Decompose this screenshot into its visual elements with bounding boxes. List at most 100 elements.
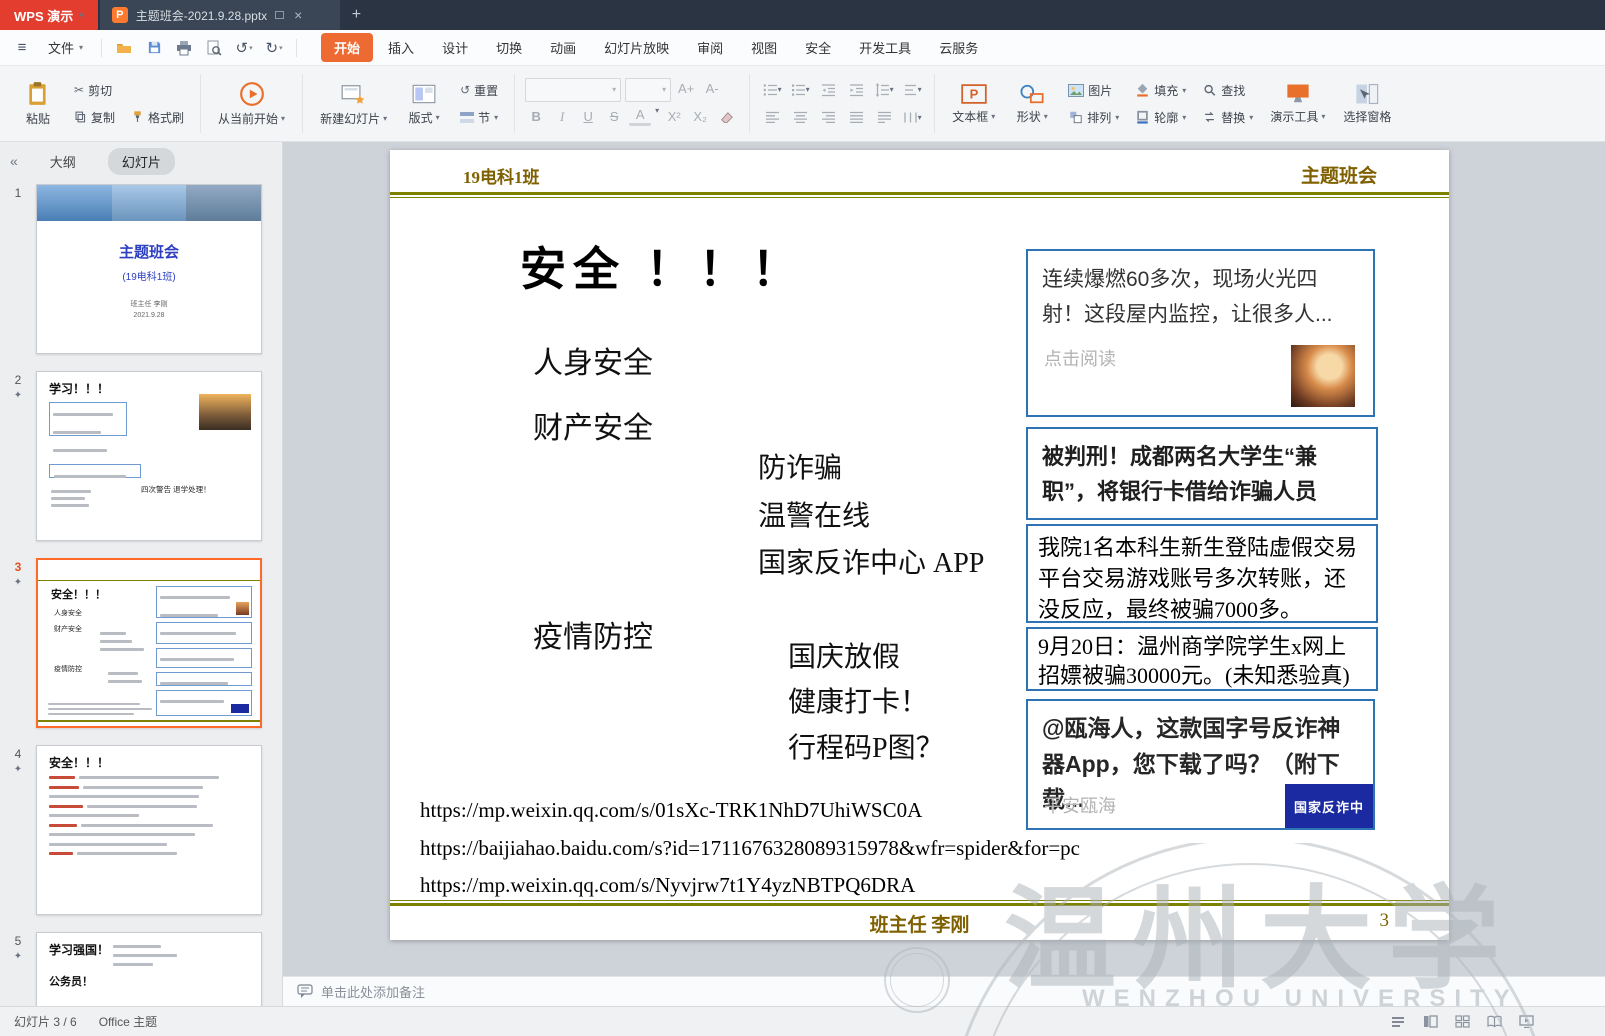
- increase-font-button[interactable]: A+: [675, 78, 697, 100]
- sub-item-health-checkin[interactable]: 健康打卡！: [788, 680, 928, 720]
- slide-header-right[interactable]: 主题班会: [1301, 161, 1377, 188]
- numbered-list-button[interactable]: ▾: [788, 78, 812, 102]
- tab-slideshow[interactable]: 幻灯片放映: [591, 33, 682, 62]
- print-preview-button[interactable]: [202, 37, 226, 59]
- news-box-explosion[interactable]: 连续爆燃60多次，现场火光四射！这段屋内监控，让很多人... 点击阅读: [1026, 249, 1375, 417]
- collapse-panel-icon[interactable]: «: [10, 153, 18, 169]
- sub-item-anti-fraud[interactable]: 防诈骗: [758, 446, 842, 486]
- tab-close-icon[interactable]: ×: [292, 7, 304, 23]
- arrange-button[interactable]: 排列▾: [1062, 106, 1125, 129]
- news-box-game-scam[interactable]: 我院1名本科生新生登陆虚假交易平台交易游戏账号多次转账，还没反应，最终被骗700…: [1026, 524, 1378, 623]
- item-personal-safety[interactable]: 人身安全: [533, 338, 653, 382]
- increase-indent-button[interactable]: [844, 78, 868, 102]
- link-1[interactable]: https://mp.weixin.qq.com/s/01sXc-TRK1NhD…: [420, 798, 922, 823]
- undo-button[interactable]: ↺▾: [232, 37, 256, 59]
- find-button[interactable]: 查找: [1196, 79, 1259, 102]
- tab-outline-pane[interactable]: 大纲: [36, 148, 90, 175]
- reset-button[interactable]: ↺重置: [454, 79, 504, 102]
- picture-button[interactable]: 图片: [1062, 79, 1125, 102]
- link-2[interactable]: https://baijiahao.baidu.com/s?id=1711676…: [420, 836, 1080, 861]
- align-center-button[interactable]: [788, 106, 812, 130]
- selection-pane-button[interactable]: 选择窗格: [1336, 70, 1398, 137]
- decrease-font-button[interactable]: A-: [701, 78, 723, 100]
- tab-devtools[interactable]: 开发工具: [846, 33, 924, 62]
- line-spacing-button[interactable]: ▾: [872, 78, 896, 102]
- slide-canvas[interactable]: 19电科1班 主题班会 安全 ！！！ 人身安全 财产安全 疫情防控 防诈骗 温警…: [283, 142, 1605, 976]
- news1-read-link[interactable]: 点击阅读: [1044, 345, 1116, 371]
- slide-footer-text[interactable]: 班主任 李刚: [390, 910, 1449, 937]
- tab-view[interactable]: 视图: [738, 33, 790, 62]
- news-box-sept20-scam[interactable]: 9月20日：温州商学院学生x网上招嫖被骗30000元。(未知悉验真): [1026, 627, 1378, 691]
- tab-pin-icon[interactable]: [275, 11, 284, 19]
- save-button[interactable]: [142, 37, 166, 59]
- slideshow-button[interactable]: [1517, 1014, 1535, 1030]
- section-button[interactable]: 节▾: [454, 106, 504, 129]
- text-direction-button[interactable]: ▾: [900, 78, 924, 102]
- document-tab[interactable]: P 主题班会-2021.9.28.pptx ×: [100, 0, 340, 30]
- paste-button[interactable]: 粘贴: [12, 70, 64, 137]
- tab-cloud[interactable]: 云服务: [926, 33, 991, 62]
- justify-button[interactable]: [844, 106, 868, 130]
- wps-app-tab[interactable]: WPS 演示 ▾: [0, 0, 98, 30]
- font-color-button[interactable]: A: [629, 106, 651, 126]
- format-painter-button[interactable]: 格式刷: [125, 106, 190, 129]
- slide-thumbnail-3-selected[interactable]: 安全！！！ 人身安全 财产安全 疫情防控: [36, 558, 262, 728]
- copy-button[interactable]: 复制: [68, 106, 121, 129]
- open-folder-button[interactable]: [112, 37, 136, 59]
- tab-design[interactable]: 设计: [429, 33, 481, 62]
- tab-transition[interactable]: 切换: [483, 33, 535, 62]
- sub-item-police-online[interactable]: 温警在线: [758, 494, 870, 534]
- tab-security[interactable]: 安全: [792, 33, 844, 62]
- slide-header-left[interactable]: 19电科1班: [463, 163, 540, 188]
- news-box-sentenced[interactable]: 被判刑！成都两名大学生“兼职”，将银行卡借给诈骗人员: [1026, 427, 1378, 520]
- link-3[interactable]: https://mp.weixin.qq.com/s/Nyvjrw7t1Y4yz…: [420, 873, 915, 898]
- subscript-button[interactable]: X₂: [689, 106, 711, 128]
- play-from-current-button[interactable]: 从当前开始▾: [211, 70, 292, 137]
- tab-review[interactable]: 审阅: [684, 33, 736, 62]
- normal-view-button[interactable]: [1421, 1014, 1439, 1030]
- item-property-safety[interactable]: 财产安全: [533, 403, 653, 447]
- file-menu-button[interactable]: 文件 ▾: [40, 34, 91, 61]
- align-right-button[interactable]: [816, 106, 840, 130]
- textbox-button[interactable]: P 文本框▾: [945, 70, 1002, 137]
- strikethrough-button[interactable]: S: [603, 106, 625, 128]
- italic-button[interactable]: I: [551, 106, 573, 128]
- superscript-button[interactable]: X²: [663, 106, 685, 128]
- slide-thumbnail-1[interactable]: 主题班会 (19电科1班) 班主任 李刚 2021.9.28: [36, 184, 262, 354]
- presentation-tools-button[interactable]: 演示工具▾: [1263, 70, 1332, 137]
- cut-button[interactable]: ✂剪切: [68, 79, 118, 102]
- clear-format-button[interactable]: [715, 106, 739, 130]
- bold-button[interactable]: B: [525, 106, 547, 128]
- reading-view-button[interactable]: [1485, 1014, 1503, 1030]
- new-tab-button[interactable]: +: [340, 0, 373, 30]
- tab-home[interactable]: 开始: [321, 33, 373, 62]
- slide-sorter-button[interactable]: [1453, 1014, 1471, 1030]
- thumbnail-list[interactable]: 1 主题班会 (19电科1班) 班主任 李刚 2021.9.28 2 ✦: [0, 180, 282, 1006]
- bullet-list-button[interactable]: ▾: [760, 78, 784, 102]
- replace-button[interactable]: 替换▾: [1196, 106, 1259, 129]
- slide-editor[interactable]: 19电科1班 主题班会 安全 ！！！ 人身安全 财产安全 疫情防控 防诈骗 温警…: [390, 150, 1449, 940]
- columns-button[interactable]: ▾: [900, 106, 924, 130]
- new-slide-button[interactable]: 新建幻灯片▾: [313, 70, 394, 137]
- sub-item-anti-fraud-app[interactable]: 国家反诈中心 APP: [758, 541, 984, 581]
- font-name-select[interactable]: ▾: [525, 78, 621, 102]
- slide-thumbnail-2[interactable]: 学习！！！: [36, 371, 262, 541]
- fill-button[interactable]: 填充▾: [1129, 79, 1192, 102]
- notes-bar[interactable]: 单击此处添加备注: [283, 976, 1605, 1006]
- shapes-button[interactable]: 形状▾: [1006, 70, 1058, 137]
- slide-thumbnail-4[interactable]: 安全！！！: [36, 745, 262, 915]
- font-size-select[interactable]: ▾: [625, 78, 671, 102]
- align-left-button[interactable]: [760, 106, 784, 130]
- underline-button[interactable]: U: [577, 106, 599, 128]
- item-epidemic-control[interactable]: 疫情防控: [533, 612, 653, 656]
- slide-title[interactable]: 安全 ！！！: [520, 233, 805, 299]
- notes-toggle-button[interactable]: [1389, 1014, 1407, 1030]
- theme-name[interactable]: Office 主题: [99, 1013, 157, 1030]
- layout-button[interactable]: 版式▾: [398, 70, 450, 137]
- print-button[interactable]: [172, 37, 196, 59]
- tab-animation[interactable]: 动画: [537, 33, 589, 62]
- outline-button[interactable]: 轮廓▾: [1129, 106, 1192, 129]
- news-box-antifraud-app[interactable]: @瓯海人，这款国字号反诈神器App，您下载了吗？（附下载... 平安瓯海 国家反…: [1026, 699, 1375, 830]
- distribute-button[interactable]: [872, 106, 896, 130]
- tab-insert[interactable]: 插入: [375, 33, 427, 62]
